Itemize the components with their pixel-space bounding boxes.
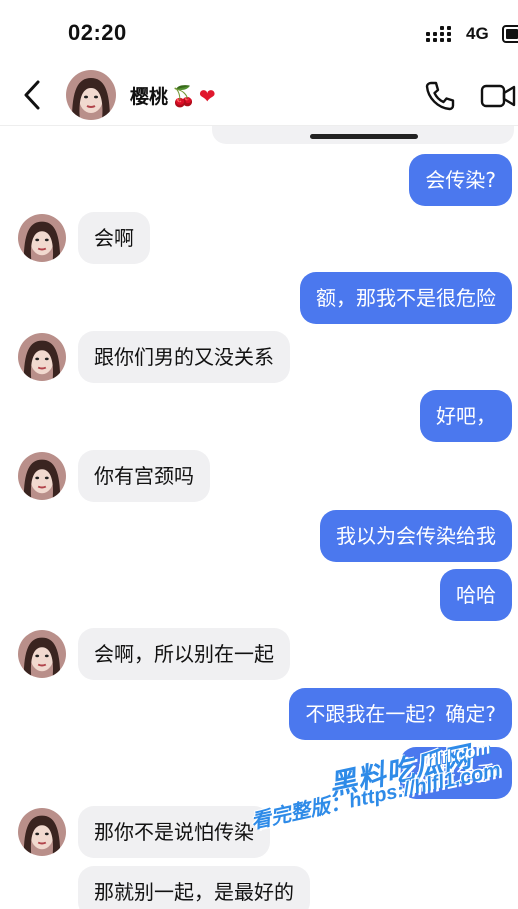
contact-name[interactable]: 樱桃 🍒 ❤ (130, 82, 216, 109)
outgoing-message[interactable]: 会传染? (409, 154, 512, 206)
network-type: 4G (466, 24, 489, 43)
outgoing-message[interactable]: 是要分手 (400, 747, 512, 799)
chat-message-list[interactable]: 会传染? 会啊 额，那我不是很危险 跟你们男的又没关系 好吧， 你有宫颈吗 我以… (0, 126, 518, 909)
cherry-emoji-icon: 🍒 (171, 83, 196, 108)
status-bar: 02:20 4G (0, 0, 518, 64)
status-time: 02:20 (68, 20, 127, 45)
scroll-indicator (310, 134, 418, 139)
contact-message-avatar[interactable] (18, 214, 66, 262)
contact-message-avatar[interactable] (18, 333, 66, 381)
contact-message-avatar[interactable] (18, 808, 66, 856)
video-icon[interactable] (480, 82, 518, 110)
incoming-message[interactable]: 会啊 (78, 212, 150, 264)
outgoing-message[interactable]: 我以为会传染给我 (320, 510, 512, 562)
outgoing-message[interactable]: 哈哈 (440, 569, 512, 621)
phone-icon[interactable] (424, 80, 456, 112)
chat-header: 樱桃 🍒 ❤ (0, 64, 518, 126)
outgoing-message[interactable]: 好吧， (420, 390, 512, 442)
battery-icon (502, 25, 518, 43)
incoming-message[interactable]: 那就别一起，是最好的 (78, 866, 310, 909)
outgoing-message[interactable]: 额，那我不是很危险 (300, 272, 512, 324)
back-arrow-icon[interactable] (18, 78, 48, 112)
incoming-message[interactable]: 那你不是说怕传染 (78, 806, 270, 858)
incoming-message[interactable]: 跟你们男的又没关系 (78, 331, 290, 383)
signal-bars-icon (426, 26, 451, 42)
incoming-message[interactable]: 你有宫颈吗 (78, 450, 210, 502)
contact-avatar[interactable] (66, 70, 116, 120)
contact-message-avatar[interactable] (18, 452, 66, 500)
outgoing-message[interactable]: 不跟我在一起？确定? (289, 688, 512, 740)
contact-name-text: 樱桃 (130, 86, 169, 108)
heart-emoji-icon: ❤ (198, 83, 216, 108)
contact-message-avatar[interactable] (18, 630, 66, 678)
incoming-message[interactable]: 会啊，所以别在一起 (78, 628, 290, 680)
